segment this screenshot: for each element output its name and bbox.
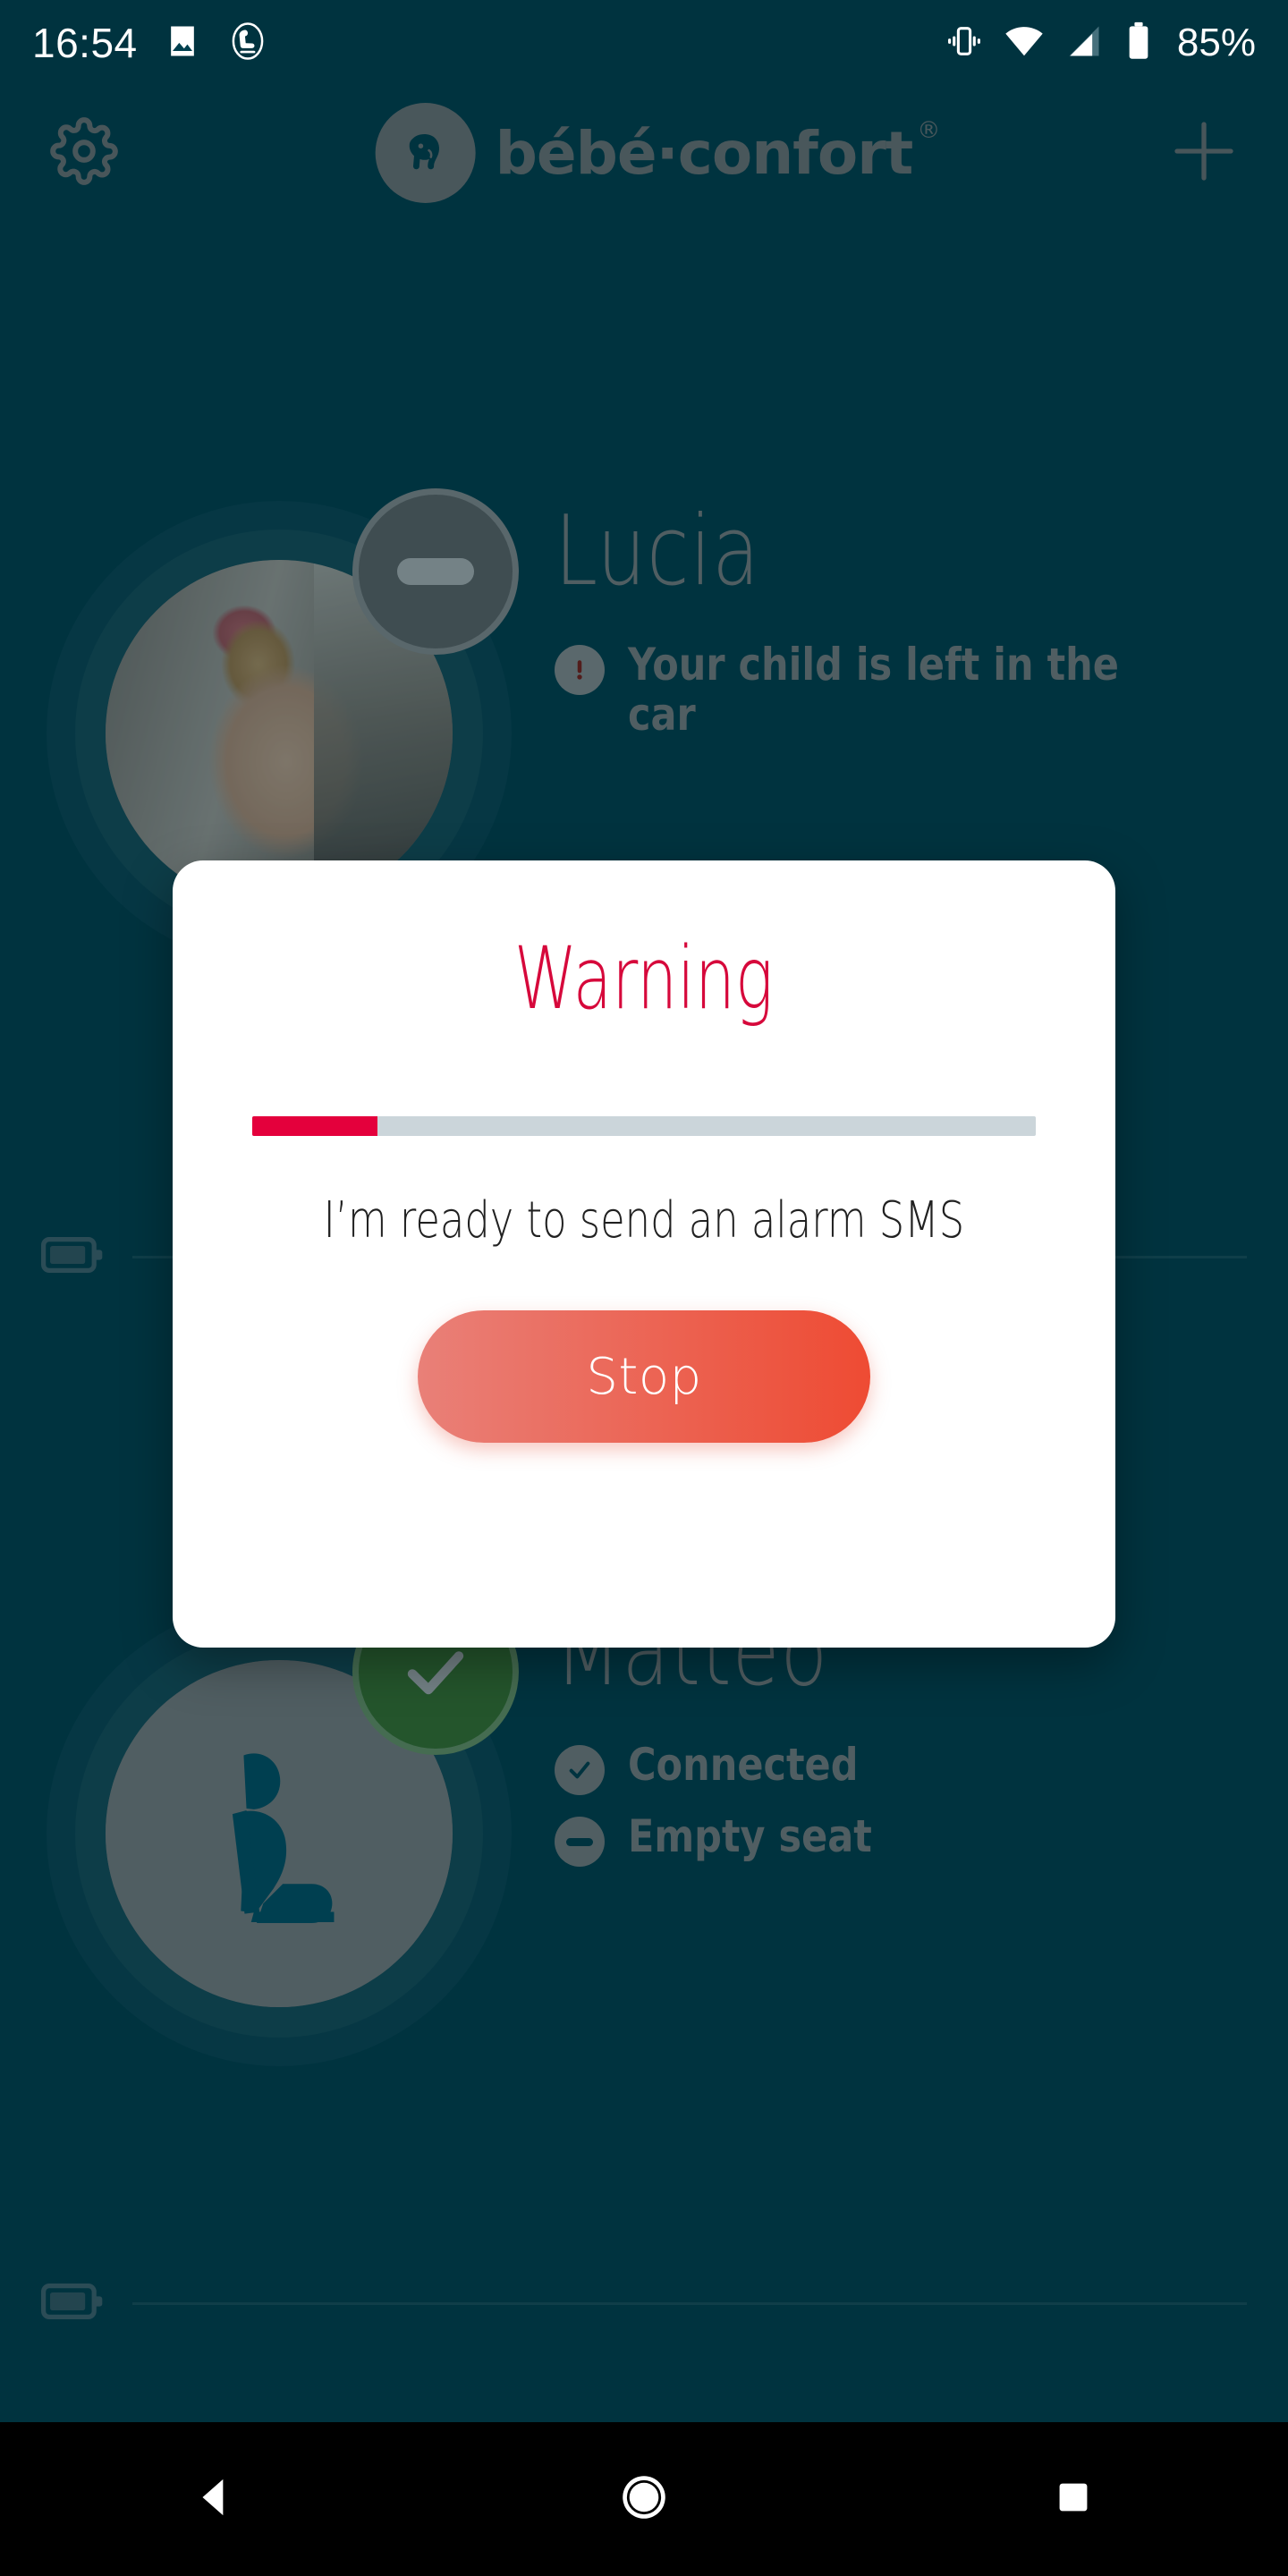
recents-square-icon xyxy=(1051,2475,1096,2524)
status-bar-right: 85% xyxy=(945,21,1256,66)
android-nav-bar xyxy=(0,2422,1288,2576)
app-screen: 16:54 85% bébé·confort ® Lucia Your chil… xyxy=(0,0,1288,2576)
cellular-signal-icon xyxy=(1064,21,1104,65)
vibrate-icon xyxy=(945,21,984,65)
home-circle-icon xyxy=(616,2470,672,2529)
status-bar-left: 16:54 xyxy=(32,19,268,67)
dialog-title: Warning xyxy=(514,928,774,1029)
battery-percent-label: 85% xyxy=(1176,21,1256,64)
nav-back-button[interactable] xyxy=(0,2472,429,2527)
stop-button[interactable]: Stop xyxy=(418,1310,870,1443)
back-triangle-icon xyxy=(190,2472,240,2527)
nav-recents-button[interactable] xyxy=(859,2475,1288,2524)
warning-dialog: Warning I’m ready to send an alarm SMS S… xyxy=(173,860,1115,1648)
alarm-progress-bar xyxy=(252,1116,1036,1136)
wifi-icon xyxy=(1004,21,1045,66)
image-icon xyxy=(163,21,202,65)
battery-icon xyxy=(1123,21,1154,66)
nav-home-button[interactable] xyxy=(429,2470,859,2529)
alarm-progress-fill xyxy=(252,1116,378,1136)
status-bar: 16:54 85% xyxy=(0,0,1288,86)
status-bar-clock: 16:54 xyxy=(32,20,138,66)
car-seat-icon xyxy=(227,21,268,66)
dialog-message: I’m ready to send an alarm SMS xyxy=(323,1191,965,1250)
